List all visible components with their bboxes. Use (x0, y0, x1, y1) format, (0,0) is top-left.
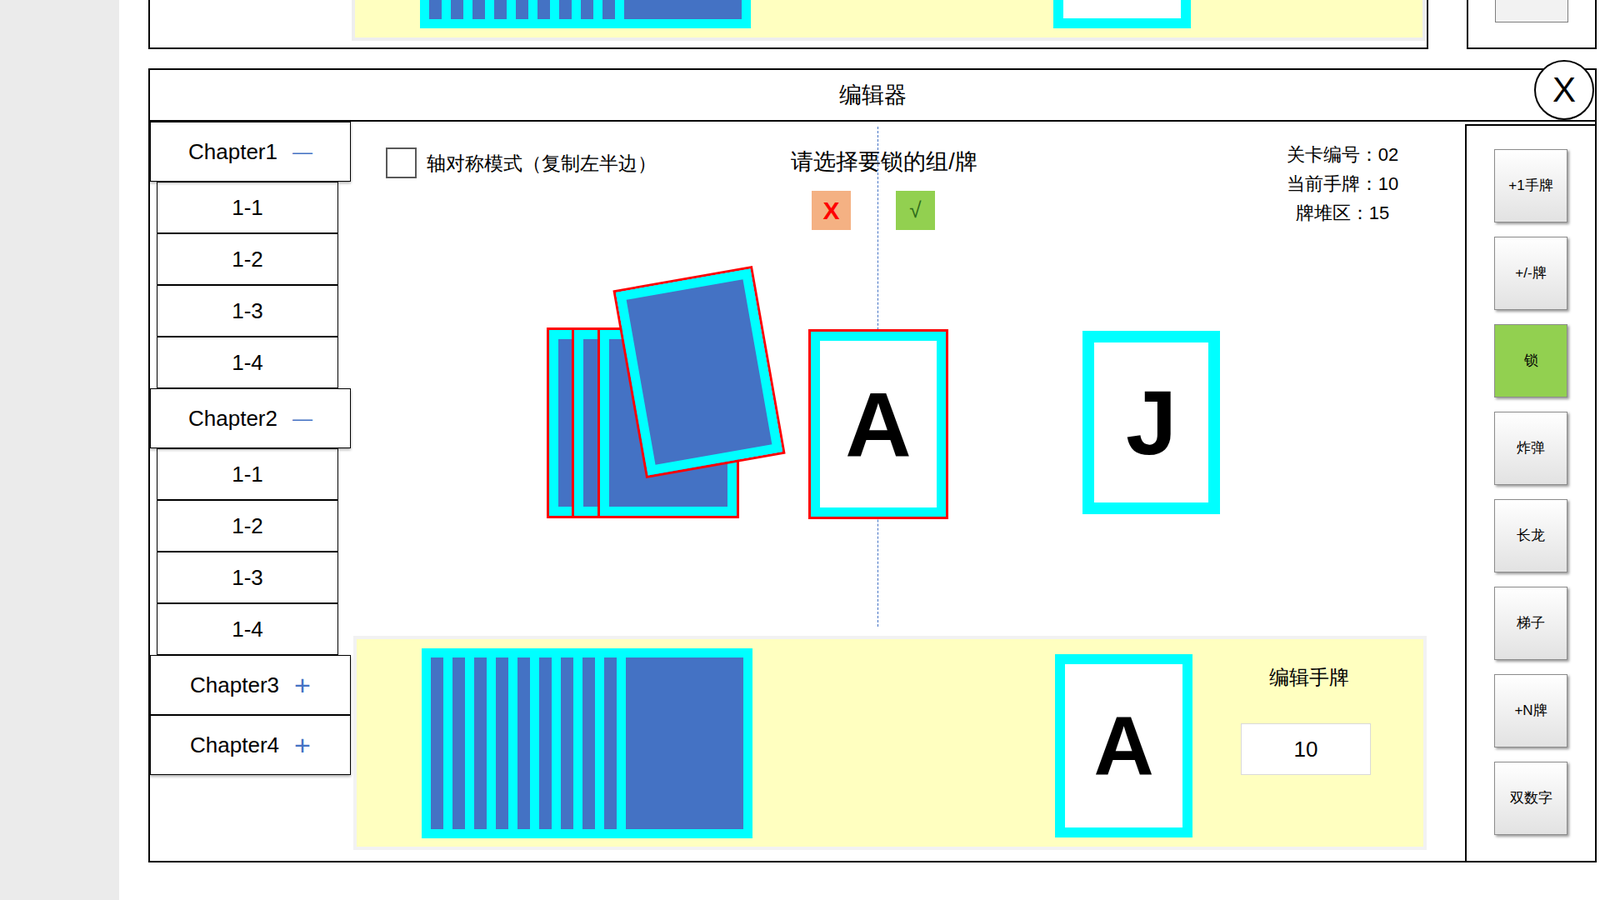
editor-title: 编辑器 (839, 78, 907, 113)
tool-label: +N牌 (1514, 700, 1547, 722)
close-button[interactable]: X (1534, 60, 1595, 120)
level-item[interactable]: 1-1 (156, 181, 339, 234)
card-rank: A (845, 378, 911, 470)
info-label: 牌堆区： (1295, 202, 1370, 224)
tool-label: +1手牌 (1508, 175, 1553, 197)
editor-body: Chapter1—1-11-21-31-4Chapter2—1-11-21-31… (150, 121, 1595, 861)
hand-count-input[interactable]: 10 (1240, 723, 1371, 775)
info-line: 关卡编号：02 (1286, 140, 1399, 170)
level-item[interactable]: 1-3 (156, 285, 339, 337)
tool-label: 双数字 (1510, 787, 1553, 810)
hand-face-card[interactable]: A (1055, 654, 1193, 838)
chapter-row[interactable]: Chapter1 — (150, 121, 351, 182)
level-item[interactable]: 1-3 (156, 551, 339, 604)
confirm-button[interactable]: √ (895, 190, 935, 230)
workspace: 编辑器 Chapter1—1-11-21-31-4Chapter2—1-11-2… (119, 0, 1597, 900)
info-label: 关卡编号： (1286, 144, 1379, 165)
hand-area: A 编辑手牌 10 (353, 635, 1427, 850)
chapter-label: Chapter4 (190, 729, 280, 762)
tool-button[interactable]: 锁 (1494, 324, 1568, 398)
tool-button[interactable]: 炸弹 (1494, 411, 1568, 485)
tool-button[interactable]: +N牌 (1494, 674, 1568, 748)
card-rank: J (1125, 376, 1177, 469)
tool-button[interactable]: 双数字 (1494, 761, 1568, 835)
card-face: J (1085, 333, 1218, 512)
tool-label: 锁 (1524, 350, 1539, 372)
level-canvas[interactable]: 轴对称模式（复制左半边）请选择要锁的组/牌X√关卡编号：02当前手牌：10牌堆区… (350, 121, 1465, 636)
chapter-sidebar: Chapter1—1-11-21-31-4Chapter2—1-11-21-31… (150, 121, 351, 861)
info-value: 15 (1369, 202, 1390, 224)
info-value: 02 (1378, 144, 1399, 165)
editor-panel: 编辑器 Chapter1—1-11-21-31-4Chapter2—1-11-2… (148, 68, 1597, 863)
tool-label: 长龙 (1516, 525, 1545, 547)
field-card[interactable]: A (808, 329, 949, 520)
level-item[interactable]: 1-4 (156, 336, 339, 389)
upper-hand-area (351, 0, 1426, 41)
chapter-toggle-icon[interactable]: + (294, 730, 311, 760)
symmetry-label[interactable]: 轴对称模式（复制左半边） (426, 146, 657, 180)
upper-tool-button[interactable] (1495, 0, 1569, 23)
chapter-row[interactable]: Chapter4 + (150, 715, 351, 775)
card-face: A (810, 331, 946, 517)
info-line: 当前手牌：10 (1286, 169, 1399, 199)
tool-label: +/-牌 (1515, 262, 1546, 285)
card-rank: A (1093, 704, 1154, 788)
hand-card (616, 648, 753, 839)
chapter-label: Chapter1 (188, 135, 278, 169)
tool-column: +1手牌 +/-牌锁炸弹长龙梯子 +N牌双数字 (1465, 124, 1595, 861)
chapter-toggle-icon[interactable]: — (292, 141, 313, 162)
symmetry-checkbox[interactable] (385, 147, 417, 179)
tool-label: 梯子 (1516, 612, 1545, 635)
info-label: 当前手牌： (1286, 173, 1379, 195)
chapter-label: Chapter2 (188, 402, 278, 435)
chapter-row[interactable]: Chapter2 — (150, 388, 351, 449)
upper-panel (148, 0, 1429, 50)
info-line: 牌堆区：15 (1295, 198, 1390, 228)
card-back (619, 650, 750, 836)
level-item[interactable]: 1-2 (156, 500, 339, 552)
tool-button[interactable]: +1手牌 (1494, 149, 1568, 223)
upper-hand-face-card (1053, 0, 1191, 29)
card-back (615, 268, 783, 475)
level-item[interactable]: 1-2 (156, 233, 339, 285)
tool-button[interactable]: +/-牌 (1494, 236, 1568, 310)
lock-prompt: 请选择要锁的组/牌 (742, 145, 1026, 179)
canvas-column: 轴对称模式（复制左半边）请选择要锁的组/牌X√关卡编号：02当前手牌：10牌堆区… (350, 121, 1465, 861)
tool-button[interactable]: 长龙 (1494, 499, 1568, 573)
chapter-toggle-icon[interactable]: + (294, 670, 311, 700)
level-item[interactable]: 1-4 (156, 603, 339, 655)
chapter-row[interactable]: Chapter3 + (150, 655, 351, 715)
level-item[interactable]: 1-1 (156, 448, 339, 500)
upper-hand-card (615, 0, 751, 29)
level-info: 关卡编号：02当前手牌：10牌堆区：15 (1255, 140, 1430, 228)
page: 编辑器 Chapter1—1-11-21-31-4Chapter2—1-11-2… (0, 0, 1600, 900)
upper-hand-stack (355, 0, 1423, 38)
tool-label: 炸弹 (1516, 437, 1545, 460)
chapter-toggle-icon[interactable]: — (292, 408, 313, 429)
cancel-button[interactable]: X (811, 190, 851, 230)
field-card[interactable]: J (1082, 330, 1220, 515)
card-back (617, 0, 749, 26)
hand-edit-label: 编辑手牌 (1227, 662, 1391, 693)
title-bar: 编辑器 (150, 70, 1595, 122)
side-gutter (0, 0, 120, 900)
tool-button[interactable]: 梯子 (1494, 586, 1568, 660)
info-value: 10 (1378, 173, 1399, 195)
chapter-label: Chapter3 (190, 669, 280, 702)
upper-panel-row (148, 0, 1597, 50)
upper-tool-column (1466, 0, 1597, 50)
